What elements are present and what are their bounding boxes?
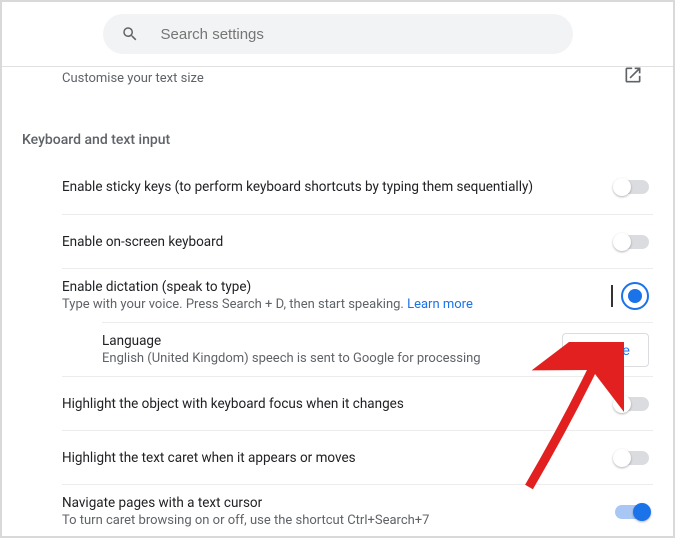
open-external-icon[interactable]	[623, 65, 643, 89]
section-keyboard-title: Keyboard and text input	[22, 132, 653, 148]
row-highlight-focus: Highlight the object with keyboard focus…	[62, 376, 653, 430]
row-osk-title: Enable on-screen keyboard	[62, 234, 595, 250]
change-button[interactable]: Change	[562, 333, 649, 367]
row-caret-title: Highlight the text caret when it appears…	[62, 450, 595, 466]
search-input[interactable]	[161, 26, 555, 43]
row-focus-title: Highlight the object with keyboard focus…	[62, 396, 595, 412]
text-caret-indicator	[611, 285, 613, 307]
row-dictation-title: Enable dictation (speak to type)	[62, 279, 591, 295]
row-navigate-cursor: Navigate pages with a text cursor To tur…	[62, 484, 653, 538]
row-highlight-caret: Highlight the text caret when it appears…	[62, 430, 653, 484]
toggle-highlight-caret[interactable]	[615, 451, 649, 465]
row-dictation: Enable dictation (speak to type) Type wi…	[62, 268, 653, 322]
settings-list: Enable sticky keys (to perform keyboard …	[62, 160, 653, 538]
row-navigate-sub: To turn caret browsing on or off, use th…	[62, 513, 595, 528]
toggle-onscreen-keyboard[interactable]	[615, 235, 649, 249]
row-language-sub: English (United Kingdom) speech is sent …	[102, 351, 542, 366]
row-navigate-title: Navigate pages with a text cursor	[62, 495, 595, 511]
row-language: Language English (United Kingdom) speech…	[102, 322, 653, 376]
row-language-title: Language	[102, 333, 542, 349]
row-sticky-title: Enable sticky keys (to perform keyboard …	[62, 179, 595, 195]
search-bar-area	[2, 2, 673, 67]
dictation-learn-more-link[interactable]: Learn more	[407, 297, 473, 312]
toggle-sticky-keys[interactable]	[615, 180, 649, 194]
search-icon	[121, 25, 139, 43]
row-dictation-sub: Type with your voice. Press Search + D, …	[62, 297, 591, 312]
settings-content: Customise your text size Keyboard and te…	[2, 67, 673, 538]
toggle-navigate-cursor[interactable]	[615, 505, 649, 519]
toggle-highlight-focus[interactable]	[615, 397, 649, 411]
search-input-wrap[interactable]	[103, 14, 573, 54]
row-onscreen-keyboard: Enable on-screen keyboard	[62, 214, 653, 268]
toggle-dictation[interactable]	[621, 282, 649, 310]
row-sticky-keys: Enable sticky keys (to perform keyboard …	[62, 160, 653, 214]
appearance-subtitle: Customise your text size	[62, 71, 204, 86]
appearance-row-partial: Customise your text size	[22, 67, 653, 96]
